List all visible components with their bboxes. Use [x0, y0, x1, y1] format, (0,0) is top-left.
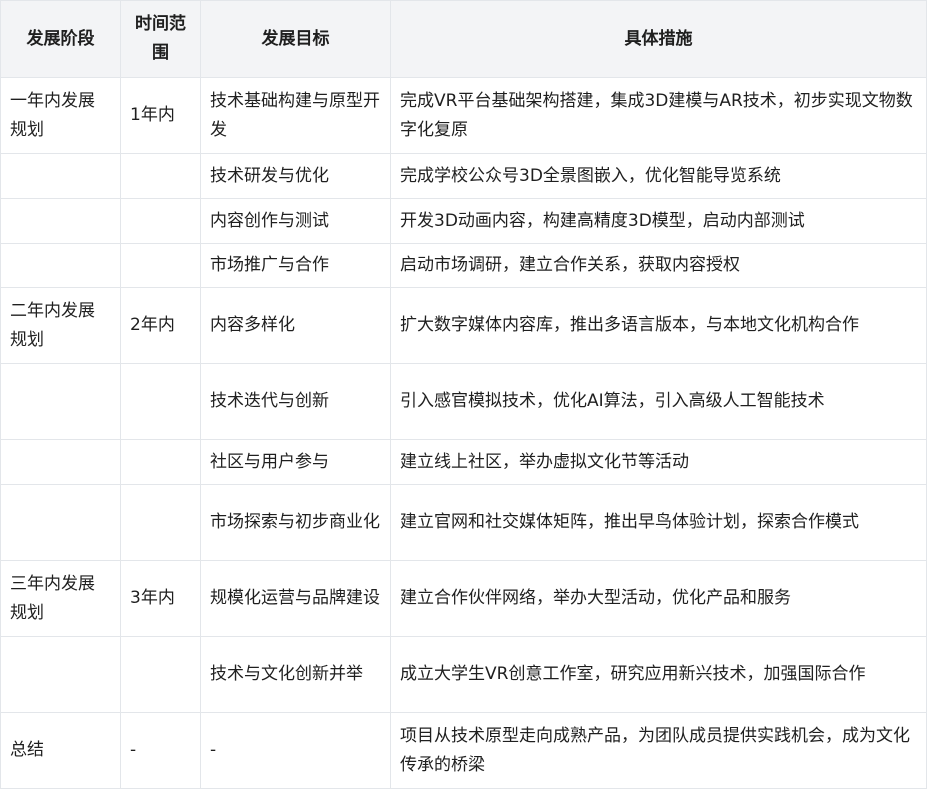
stage-cell: 二年内发展规划 — [0, 287, 121, 364]
table-row: 一年内发展规划 1年内 技术基础构建与原型开发 完成VR平台基础架构搭建，集成3… — [0, 77, 927, 154]
table-row: 技术研发与优化 完成学校公众号3D全景图嵌入，优化智能导览系统 — [0, 153, 927, 199]
header-time-range: 时间范围 — [120, 0, 201, 78]
goal-cell: 规模化运营与品牌建设 — [200, 560, 391, 637]
development-plan-table: 发展阶段 时间范围 发展目标 具体措施 一年内发展规划 1年内 技术基础构建与原… — [0, 0, 927, 789]
time-cell — [120, 243, 201, 288]
time-cell: 2年内 — [120, 287, 201, 364]
measure-cell: 建立合作伙伴网络，举办大型活动，优化产品和服务 — [390, 560, 927, 637]
time-cell — [120, 484, 201, 561]
goal-cell: 内容创作与测试 — [200, 198, 391, 244]
goal-cell: 技术基础构建与原型开发 — [200, 77, 391, 154]
stage-cell: 三年内发展规划 — [0, 560, 121, 637]
goal-cell: 技术与文化创新并举 — [200, 636, 391, 713]
goal-cell: 技术研发与优化 — [200, 153, 391, 199]
time-cell: - — [120, 712, 201, 789]
measure-cell: 开发3D动画内容，构建高精度3D模型，启动内部测试 — [390, 198, 927, 244]
table-row: 二年内发展规划 2年内 内容多样化 扩大数字媒体内容库，推出多语言版本，与本地文… — [0, 287, 927, 364]
measure-cell: 启动市场调研，建立合作关系，获取内容授权 — [390, 243, 927, 288]
table-row: 三年内发展规划 3年内 规模化运营与品牌建设 建立合作伙伴网络，举办大型活动，优… — [0, 560, 927, 637]
stage-cell — [0, 636, 121, 713]
measure-cell: 成立大学生VR创意工作室，研究应用新兴技术，加强国际合作 — [390, 636, 927, 713]
time-cell: 3年内 — [120, 560, 201, 637]
stage-cell — [0, 363, 121, 440]
time-cell — [120, 363, 201, 440]
measure-cell: 扩大数字媒体内容库，推出多语言版本，与本地文化机构合作 — [390, 287, 927, 364]
measure-cell: 建立官网和社交媒体矩阵，推出早鸟体验计划，探索合作模式 — [390, 484, 927, 561]
stage-cell — [0, 198, 121, 244]
table-row: 总结 - - 项目从技术原型走向成熟产品，为团队成员提供实践机会，成为文化传承的… — [0, 712, 927, 789]
stage-cell: 一年内发展规划 — [0, 77, 121, 154]
table-row: 技术迭代与创新 引入感官模拟技术，优化AI算法，引入高级人工智能技术 — [0, 363, 927, 440]
time-cell — [120, 636, 201, 713]
measure-cell: 完成学校公众号3D全景图嵌入，优化智能导览系统 — [390, 153, 927, 199]
stage-cell: 总结 — [0, 712, 121, 789]
header-measures: 具体措施 — [390, 0, 927, 78]
goal-cell: - — [200, 712, 391, 789]
time-cell — [120, 153, 201, 199]
table-row: 市场推广与合作 启动市场调研，建立合作关系，获取内容授权 — [0, 243, 927, 288]
goal-cell: 市场推广与合作 — [200, 243, 391, 288]
measure-cell: 引入感官模拟技术，优化AI算法，引入高级人工智能技术 — [390, 363, 927, 440]
time-cell: 1年内 — [120, 77, 201, 154]
table-header-row: 发展阶段 时间范围 发展目标 具体措施 — [0, 0, 927, 78]
stage-cell — [0, 484, 121, 561]
table-row: 技术与文化创新并举 成立大学生VR创意工作室，研究应用新兴技术，加强国际合作 — [0, 636, 927, 713]
stage-cell — [0, 153, 121, 199]
stage-cell — [0, 243, 121, 288]
measure-cell: 完成VR平台基础架构搭建，集成3D建模与AR技术，初步实现文物数字化复原 — [390, 77, 927, 154]
goal-cell: 社区与用户参与 — [200, 439, 391, 485]
table-row: 社区与用户参与 建立线上社区，举办虚拟文化节等活动 — [0, 439, 927, 485]
stage-cell — [0, 439, 121, 485]
table-row: 市场探索与初步商业化 建立官网和社交媒体矩阵，推出早鸟体验计划，探索合作模式 — [0, 484, 927, 561]
goal-cell: 内容多样化 — [200, 287, 391, 364]
measure-cell: 项目从技术原型走向成熟产品，为团队成员提供实践机会，成为文化传承的桥梁 — [390, 712, 927, 789]
header-goal: 发展目标 — [200, 0, 391, 78]
measure-cell: 建立线上社区，举办虚拟文化节等活动 — [390, 439, 927, 485]
header-stage: 发展阶段 — [0, 0, 121, 78]
time-cell — [120, 198, 201, 244]
goal-cell: 技术迭代与创新 — [200, 363, 391, 440]
table-row: 内容创作与测试 开发3D动画内容，构建高精度3D模型，启动内部测试 — [0, 198, 927, 244]
goal-cell: 市场探索与初步商业化 — [200, 484, 391, 561]
time-cell — [120, 439, 201, 485]
